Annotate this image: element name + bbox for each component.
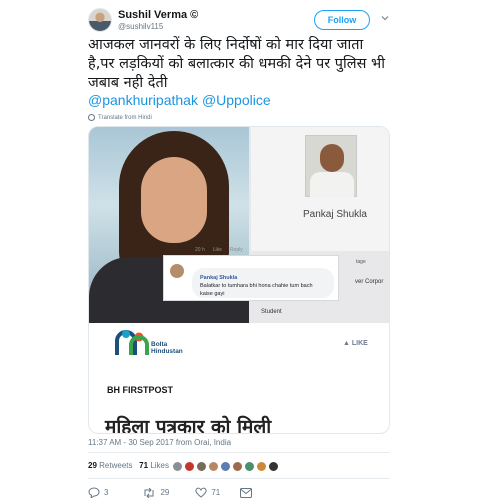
thumbs-up-icon: ▲	[343, 340, 350, 347]
mention-link[interactable]: @Uppolice	[202, 92, 271, 108]
comment-like: Like	[212, 247, 222, 253]
divider	[88, 452, 390, 453]
liker-avatar[interactable]	[220, 461, 231, 472]
liker-avatar[interactable]	[256, 461, 267, 472]
mentions: @pankhuripathak @Uppolice	[88, 92, 275, 108]
liker-avatar[interactable]	[196, 461, 207, 472]
thumbnail-shirt	[310, 172, 354, 198]
student-label: Student	[261, 309, 282, 315]
retweets-count[interactable]: 29	[88, 461, 97, 470]
logo-line-1: Bolta	[151, 341, 168, 348]
corp-label: ver Corpor	[355, 279, 384, 285]
like-button[interactable]: 71	[195, 487, 220, 498]
comment-author: Pankaj Shukla	[200, 275, 238, 281]
liker-avatar[interactable]	[208, 461, 219, 472]
tweet-text: आजकल जानवरों के लिए निर्दोषों को मार दिय…	[88, 37, 385, 91]
source-label: BH FIRSTPOST	[107, 385, 174, 395]
heart-icon	[195, 487, 207, 498]
comment-bubble: Pankaj Shukla Balatkar to tumhara bhi ho…	[192, 268, 334, 298]
tweet: Sushil Verma © @sushilv115 Follow आजकल ज…	[0, 0, 500, 500]
liker-avatar[interactable]	[244, 461, 255, 472]
like-count: 71	[211, 488, 221, 497]
tweet-stats: 29 Retweets 71 Likes	[88, 461, 169, 470]
retweets-label[interactable]: Retweets	[99, 461, 132, 470]
comment-text: Balatkar to tumhara bhi hona chahie tum …	[200, 283, 313, 297]
article-headline: महिला पत्रकार को मिली	[105, 416, 272, 434]
avatar[interactable]	[88, 8, 112, 32]
reply-icon	[88, 487, 100, 498]
direct-message-button[interactable]	[240, 487, 253, 498]
stage-label: tage	[356, 259, 366, 265]
publisher-bar: Bolta Hindustan ▲ LIKE	[89, 323, 389, 375]
verified-icon: ©	[190, 9, 199, 21]
reply-button[interactable]: 3	[88, 487, 108, 498]
translate-link[interactable]: Translate from Hindi	[88, 114, 152, 121]
video-caller-name: Pankaj Shukla	[303, 209, 367, 220]
translate-label: Translate from Hindi	[98, 114, 152, 121]
envelope-icon	[240, 487, 253, 498]
photo-face	[141, 157, 207, 243]
liker-avatars	[172, 461, 279, 472]
thumbnail-head	[320, 144, 344, 172]
liker-avatar[interactable]	[184, 461, 195, 472]
author-handle[interactable]: @sushilv115	[118, 22, 163, 31]
tweet-timestamp[interactable]: 11:37 AM - 30 Sep 2017 from Orai, India	[88, 438, 231, 447]
reply-count: 3	[104, 488, 109, 497]
video-thumbnail	[305, 135, 357, 198]
logo-line-2: Hindustan	[151, 348, 183, 355]
comment-meta: 20 h Like Reply	[195, 247, 243, 253]
author-name[interactable]: Sushil Verma ©	[118, 9, 198, 21]
chevron-down-icon[interactable]	[380, 13, 390, 23]
page-like-button[interactable]: ▲ LIKE	[343, 340, 368, 347]
media-card[interactable]: Pankaj Shukla 20 h Like Reply Pankaj Shu…	[88, 126, 390, 434]
divider	[88, 478, 390, 479]
liker-avatar[interactable]	[268, 461, 279, 472]
page-like-label: LIKE	[351, 340, 368, 347]
retweet-button[interactable]: 29	[142, 487, 170, 498]
likes-label[interactable]: Likes	[150, 461, 169, 470]
bolta-hindustan-logo-icon	[115, 330, 149, 355]
liker-avatar[interactable]	[172, 461, 183, 472]
logo-text: Bolta Hindustan	[151, 341, 183, 355]
likes-count[interactable]: 71	[139, 461, 148, 470]
follow-button[interactable]: Follow	[314, 10, 370, 30]
comment-reply: Reply	[229, 247, 243, 253]
comment-card: Pankaj Shukla Balatkar to tumhara bhi ho…	[163, 255, 339, 301]
mention-link[interactable]: @pankhuripathak	[88, 92, 198, 108]
comment-avatar	[170, 264, 184, 278]
media-image[interactable]: Pankaj Shukla 20 h Like Reply Pankaj Shu…	[89, 127, 389, 323]
globe-icon	[88, 114, 95, 121]
tweet-actions: 3 29 71	[88, 487, 272, 498]
retweet-icon	[144, 487, 154, 498]
liker-avatar[interactable]	[232, 461, 243, 472]
comment-time: 20 h	[195, 247, 205, 253]
retweet-count: 29	[160, 488, 170, 497]
